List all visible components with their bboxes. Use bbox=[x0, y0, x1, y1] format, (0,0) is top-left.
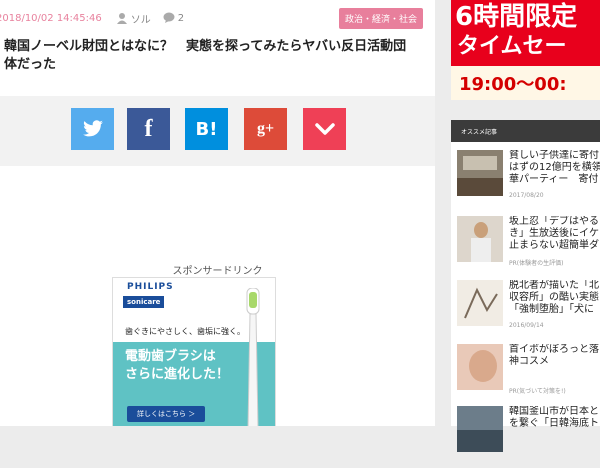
list-item[interactable]: 韓国釜山市が日本と を繋ぐ「日韓海底ト bbox=[451, 406, 600, 468]
recommended-title: オススメ記事 bbox=[451, 120, 600, 142]
article-title-line: 「強制堕胎」「犬に bbox=[509, 304, 594, 315]
ad-tagline: 歯ぐきにやさしく、歯垢に強く。 bbox=[125, 327, 245, 336]
author-name: ソル bbox=[130, 14, 151, 26]
sidebar-banner-ad[interactable]: 6時間限定 タイムセー 19:00〜00: bbox=[451, 0, 600, 100]
article-title-line: を繋ぐ「日韓海底ト bbox=[509, 418, 599, 429]
banner-time: 19:00〜00: bbox=[451, 66, 600, 100]
ad-headline-line1: 電動歯ブラシは bbox=[125, 349, 216, 364]
article-title-line: はずの12億円を横領 bbox=[509, 162, 600, 173]
hatena-bookmark-share-button[interactable]: B! bbox=[185, 108, 228, 150]
article-thumbnail bbox=[457, 280, 503, 326]
post-meta: 2018/10/02 14:45:46 ソル 2 bbox=[0, 8, 184, 28]
comment-count[interactable]: 2 bbox=[163, 12, 184, 24]
article-thumbnail bbox=[457, 150, 503, 196]
ad-cta-button[interactable]: 詳しくはこちら ＞ bbox=[127, 406, 206, 422]
article-title: 坂上忍「デブはやる き」生放送後にイケ 止まらない超簡単ダ bbox=[509, 216, 600, 252]
article-main: 2018/10/02 14:45:46 ソル 2 政治・経済・社会 韓国ノーベル… bbox=[0, 0, 435, 426]
page-title: 韓国ノーベル財団とはなに？ 実態を探ってみたらヤバい反日活動団体だった bbox=[4, 39, 407, 72]
facebook-share-button[interactable]: f bbox=[127, 108, 170, 150]
article-title-line: き」生放送後にイケ bbox=[509, 228, 599, 239]
article-title: 首イボがぽろっと落 神コスメ bbox=[509, 344, 600, 368]
post-author[interactable]: ソル bbox=[116, 11, 151, 26]
ad-headline-line2: さらに進化した！ bbox=[125, 367, 230, 382]
article-title-line: 神コスメ bbox=[509, 356, 549, 367]
article-title-line: 華パーティー 寄付 bbox=[509, 174, 599, 185]
article-date: PR(気づいて対策を!) bbox=[509, 388, 566, 395]
article-title: 韓国釜山市が日本と を繋ぐ「日韓海底ト bbox=[509, 406, 600, 430]
banner-line2: タイムセー bbox=[457, 34, 567, 59]
article-thumbnail bbox=[457, 216, 503, 262]
user-icon bbox=[116, 13, 127, 24]
article-title-line: 貧しい子供達に寄付 bbox=[509, 150, 599, 161]
hatena-bookmark-icon: B! bbox=[195, 118, 218, 140]
article-title-line: 韓国釜山市が日本と bbox=[509, 406, 599, 417]
recommended-articles: オススメ記事 貧しい子供達に寄付 はずの12億円を横領 華パーティー 寄付 20… bbox=[451, 120, 600, 452]
article-date: 2016/09/14 bbox=[509, 322, 544, 329]
sponsored-ad[interactable]: PHILIPS sonicare 歯ぐきにやさしく、歯垢に強く。 電動歯ブラシは… bbox=[112, 277, 276, 426]
pocket-share-button[interactable] bbox=[303, 108, 346, 150]
article-title-line: 首イボがぽろっと落 bbox=[509, 344, 599, 355]
twitter-share-button[interactable] bbox=[71, 108, 114, 150]
article-title-line: 止まらない超簡単ダ bbox=[509, 240, 599, 251]
list-item[interactable]: 首イボがぽろっと落 神コスメ PR(気づいて対策を!) bbox=[451, 344, 600, 406]
twitter-bird-icon bbox=[82, 120, 103, 137]
ad-product: sonicare bbox=[123, 296, 165, 308]
article-title-line: 脱北者が描いた「北 bbox=[509, 280, 599, 291]
comment-count-value: 2 bbox=[177, 12, 185, 24]
toothbrush-image bbox=[246, 288, 260, 426]
article-thumbnail bbox=[457, 344, 503, 390]
pocket-icon bbox=[314, 123, 335, 135]
article-date: 2017/08/20 bbox=[509, 192, 544, 199]
list-item[interactable]: 貧しい子供達に寄付 はずの12億円を横領 華パーティー 寄付 2017/08/2… bbox=[451, 150, 600, 212]
ad-headline: 電動歯ブラシは さらに進化した！ bbox=[125, 348, 229, 384]
list-item[interactable]: 脱北者が描いた「北 収容所」の酷い実態 「強制堕胎」「犬に 2016/09/14 bbox=[451, 280, 600, 342]
article-title-line: 坂上忍「デブはやる bbox=[509, 216, 599, 227]
ad-brand: PHILIPS bbox=[127, 282, 174, 292]
comment-icon bbox=[163, 12, 175, 23]
article-date: PR(体験者の生評価) bbox=[509, 260, 564, 267]
article-thumbnail bbox=[457, 406, 503, 452]
list-item[interactable]: 坂上忍「デブはやる き」生放送後にイケ 止まらない超簡単ダ PR(体験者の生評価… bbox=[451, 216, 600, 278]
google-plus-icon: g+ bbox=[256, 120, 275, 137]
article-title: 貧しい子供達に寄付 はずの12億円を横領 華パーティー 寄付 bbox=[509, 150, 600, 186]
article-title-line: 収容所」の酷い実態 bbox=[509, 292, 599, 303]
share-bar: f B! g+ bbox=[0, 96, 435, 166]
facebook-icon: f bbox=[144, 115, 153, 142]
category-badge[interactable]: 政治・経済・社会 bbox=[338, 8, 423, 29]
sponsor-label: スポンサードリンク bbox=[172, 266, 263, 277]
google-plus-share-button[interactable]: g+ bbox=[244, 108, 287, 150]
post-date: 2018/10/02 14:45:46 bbox=[0, 12, 102, 24]
article-title: 脱北者が描いた「北 収容所」の酷い実態 「強制堕胎」「犬に bbox=[509, 280, 600, 316]
